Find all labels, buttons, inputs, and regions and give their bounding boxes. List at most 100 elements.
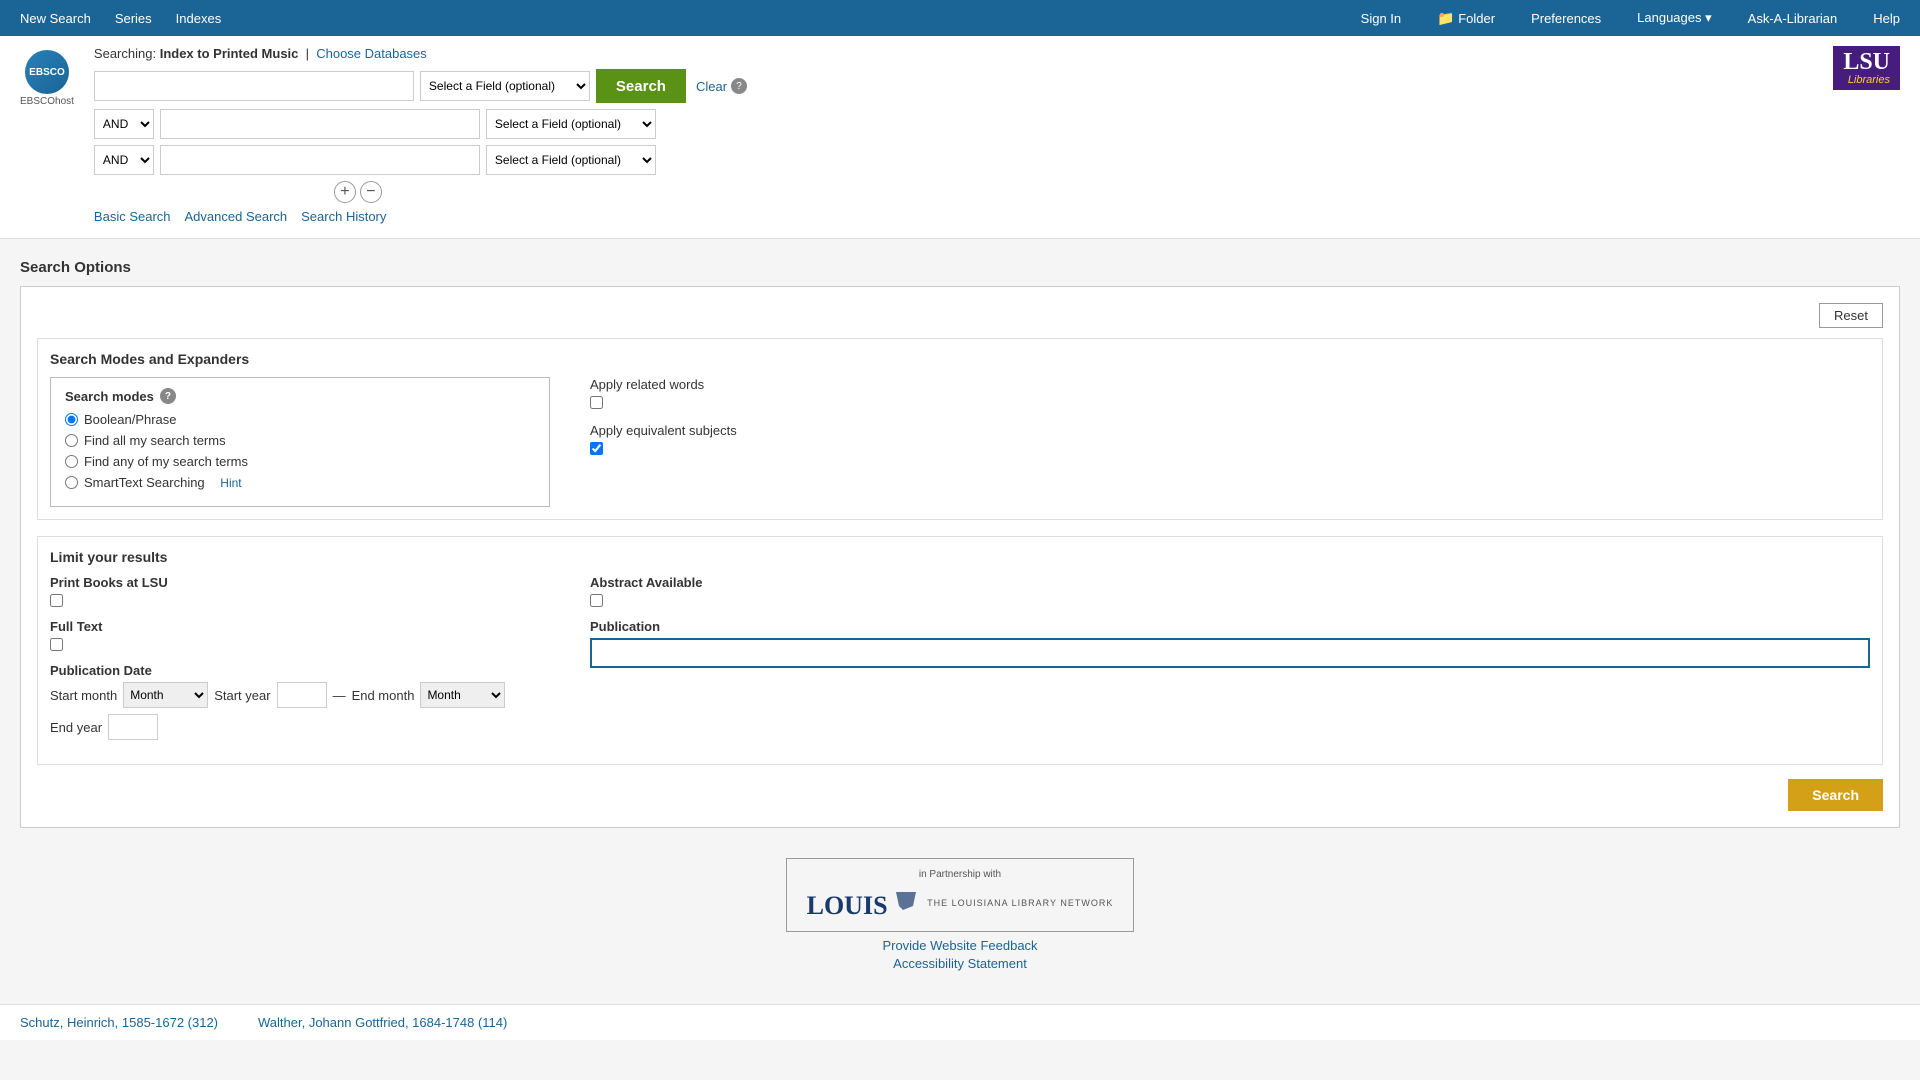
footer-search-row: Search: [37, 779, 1883, 811]
limit-columns: Print Books at LSU Full Text Publication…: [50, 575, 1870, 752]
bottom-link-2[interactable]: Walther, Johann Gottfried, 1684-1748 (11…: [258, 1015, 507, 1030]
folder-icon: 📁: [1437, 10, 1454, 26]
search-modes-header: Search modes ?: [65, 388, 535, 404]
radio-find-all-input[interactable]: [65, 434, 78, 447]
apply-equivalent-subjects-label: Apply equivalent subjects: [590, 423, 737, 438]
searching-label: Searching:: [94, 46, 156, 61]
feedback-link[interactable]: Provide Website Feedback: [30, 938, 1890, 953]
reset-button[interactable]: Reset: [1819, 303, 1883, 328]
folder-link[interactable]: 📁 Folder: [1427, 2, 1505, 35]
limit-right: Abstract Available Publication: [590, 575, 1870, 752]
radio-find-any-label: Find any of my search terms: [84, 454, 248, 469]
search-area: Searching: Index to Printed Music | Choo…: [94, 46, 1813, 224]
abstract-available-checkbox[interactable]: [590, 594, 603, 607]
searching-text: Searching: Index to Printed Music | Choo…: [94, 46, 1813, 61]
search-options-title: Search Options: [20, 259, 1900, 276]
publication-label: Publication: [590, 619, 1870, 634]
radio-boolean: Boolean/Phrase: [65, 412, 535, 427]
louis-logo-main: LOUIS: [807, 884, 922, 921]
ebsco-logo-text: EBSCO: [29, 67, 65, 78]
search-modes-label: Search modes: [65, 389, 154, 404]
full-text-label: Full Text: [50, 619, 550, 634]
search-bottom-button[interactable]: Search: [1788, 779, 1883, 811]
clear-help-icon[interactable]: ?: [731, 78, 747, 94]
start-month-label: Start month: [50, 688, 117, 703]
choose-databases-link[interactable]: Choose Databases: [316, 46, 427, 61]
remove-row-button[interactable]: −: [360, 181, 382, 203]
abstract-available-checkbox-label: [590, 594, 1870, 607]
field-select-3[interactable]: Select a Field (optional): [486, 145, 656, 175]
print-books-checkbox-label: [50, 594, 550, 607]
folder-label: Folder: [1458, 11, 1495, 26]
clear-link[interactable]: Clear: [696, 79, 727, 94]
radio-smarttext-label: SmartText Searching: [84, 475, 205, 490]
bottom-item-1: Schutz, Heinrich, 1585-1672 (312): [20, 1015, 218, 1030]
sign-in-link[interactable]: Sign In: [1351, 3, 1411, 34]
search-input-2[interactable]: [160, 109, 480, 139]
add-row-button[interactable]: +: [334, 181, 356, 203]
end-month-label: End month: [352, 688, 415, 703]
apply-equivalent-subjects-checkbox[interactable]: [590, 442, 603, 455]
reset-row: Reset: [37, 303, 1883, 328]
search-button[interactable]: Search: [596, 69, 686, 103]
louis-logo-area: LOUIS THE LOUISIANA LIBRARY NETWORK: [807, 884, 1114, 921]
search-input-1[interactable]: [94, 71, 414, 101]
full-text-checkbox[interactable]: [50, 638, 63, 651]
start-year-input[interactable]: [277, 682, 327, 708]
footer-links: Provide Website Feedback Accessibility S…: [30, 938, 1890, 971]
field-select-2[interactable]: Select a Field (optional): [486, 109, 656, 139]
basic-search-link[interactable]: Basic Search: [94, 209, 171, 224]
field-select-1[interactable]: Select a Field (optional): [420, 71, 590, 101]
new-search-link[interactable]: New Search: [10, 3, 101, 34]
top-nav-right: Sign In 📁 Folder Preferences Languages ▾…: [1351, 2, 1910, 35]
header-area: EBSCO EBSCOhost Searching: Index to Prin…: [0, 36, 1920, 239]
louis-sub-text: THE LOUISIANA LIBRARY NETWORK: [927, 898, 1113, 908]
radio-smarttext: SmartText Searching Hint: [65, 475, 535, 490]
end-month-select[interactable]: Month JanuaryFebruaryMarch AprilMayJune …: [420, 682, 505, 708]
publication-input[interactable]: [590, 638, 1870, 668]
start-month-select[interactable]: Month JanuaryFebruaryMarch AprilMayJune …: [123, 682, 208, 708]
radio-smarttext-input[interactable]: [65, 476, 78, 489]
radio-find-any-input[interactable]: [65, 455, 78, 468]
start-year-label: Start year: [214, 688, 270, 703]
publication-date-label: Publication Date: [50, 663, 550, 678]
search-options-section: Reset Search Modes and Expanders Search …: [20, 286, 1900, 828]
advanced-search-link[interactable]: Advanced Search: [185, 209, 288, 224]
print-books-checkbox[interactable]: [50, 594, 63, 607]
search-navigation: Basic Search Advanced Search Search Hist…: [94, 209, 1813, 224]
apply-related-words-checkbox[interactable]: [590, 396, 603, 409]
search-modes-help-icon[interactable]: ?: [160, 388, 176, 404]
limit-left: Print Books at LSU Full Text Publication…: [50, 575, 550, 752]
modes-expanders-title: Search Modes and Expanders: [50, 351, 1870, 367]
radio-find-all: Find all my search terms: [65, 433, 535, 448]
indexes-link[interactable]: Indexes: [166, 3, 232, 34]
search-history-link[interactable]: Search History: [301, 209, 386, 224]
lsu-text: LSU: [1843, 50, 1890, 74]
radio-boolean-label: Boolean/Phrase: [84, 412, 177, 427]
languages-link[interactable]: Languages ▾: [1627, 2, 1722, 34]
ebsco-host-label: EBSCOhost: [20, 96, 74, 107]
languages-dropdown-icon: ▾: [1705, 10, 1712, 25]
louis-partner-text: in Partnership with: [807, 869, 1114, 880]
series-link[interactable]: Series: [105, 3, 162, 34]
ebsco-logo-circle: EBSCO: [25, 50, 69, 94]
radio-boolean-input[interactable]: [65, 413, 78, 426]
print-books-label: Print Books at LSU: [50, 575, 550, 590]
top-navigation: New Search Series Indexes Sign In 📁 Fold…: [0, 0, 1920, 36]
bottom-link-1[interactable]: Schutz, Heinrich, 1585-1672 (312): [20, 1015, 218, 1030]
search-row-3: ANDORNOT Select a Field (optional): [94, 145, 1813, 175]
print-books-item: Print Books at LSU: [50, 575, 550, 607]
abstract-available-label: Abstract Available: [590, 575, 1870, 590]
boolean-select-2[interactable]: ANDORNOT: [94, 145, 154, 175]
modes-row: Search modes ? Boolean/Phrase Find all m…: [50, 377, 1870, 507]
ask-librarian-link[interactable]: Ask-A-Librarian: [1738, 3, 1848, 34]
publication-date-item: Publication Date Start month Month Janua…: [50, 663, 550, 740]
search-input-3[interactable]: [160, 145, 480, 175]
smarttext-hint-link[interactable]: Hint: [220, 476, 241, 490]
accessibility-link[interactable]: Accessibility Statement: [30, 956, 1890, 971]
apply-related-words-checkbox-label: [590, 396, 704, 409]
help-link[interactable]: Help: [1863, 3, 1910, 34]
preferences-link[interactable]: Preferences: [1521, 3, 1611, 34]
boolean-select-1[interactable]: ANDORNOT: [94, 109, 154, 139]
end-year-input[interactable]: [108, 714, 158, 740]
